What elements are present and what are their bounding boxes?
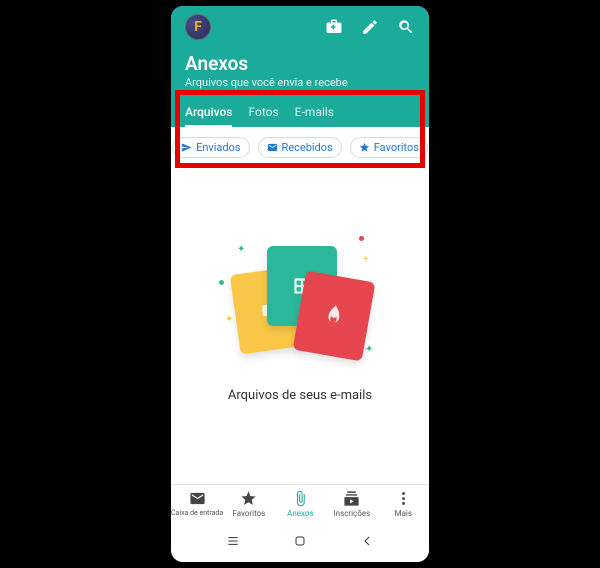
nav-label: Anexos [287, 509, 313, 518]
star-icon [359, 142, 370, 153]
paperclip-icon [292, 490, 309, 507]
mail-icon [267, 142, 278, 153]
edit-icon[interactable] [361, 18, 379, 36]
nav-label: Inscrições [333, 509, 370, 518]
nav-label: Favoritos [232, 509, 265, 518]
send-icon [181, 142, 192, 153]
app-header: F Anexos Arquivos que você envia e receb… [171, 6, 429, 99]
nav-subscriptions[interactable]: Inscrições [326, 485, 377, 522]
phone-screen: F Anexos Arquivos que você envia e receb… [171, 6, 429, 562]
chip-label: Enviados [196, 141, 240, 154]
page-subtitle: Arquivos que você envia e recebe [185, 76, 415, 89]
header-toolbar: F [185, 14, 415, 48]
tab-arquivos[interactable]: Arquivos [185, 105, 232, 127]
chip-favoritos[interactable]: Favoritos [350, 137, 428, 158]
tabs-bar: Arquivos Fotos E-mails [171, 99, 429, 127]
avatar[interactable]: F [185, 14, 211, 40]
empty-state-text: Arquivos de seus e-mails [228, 388, 372, 403]
back-button[interactable] [358, 532, 376, 550]
nav-attachments[interactable]: Anexos [275, 485, 326, 522]
nav-more[interactable]: Mais [378, 485, 429, 522]
medkit-icon[interactable] [325, 18, 343, 36]
search-icon[interactable] [397, 18, 415, 36]
nav-label: Caixa de entrada [171, 509, 223, 517]
chip-label: Favoritos [374, 141, 419, 154]
subscription-icon [343, 490, 360, 507]
files-illustration: ✦ + ✦ ✦ [225, 240, 375, 370]
nav-label: Mais [395, 509, 412, 518]
empty-state: ✦ + ✦ ✦ Arquivos de seus e-mails [171, 168, 429, 484]
star-icon [240, 490, 257, 507]
tab-fotos[interactable]: Fotos [248, 105, 278, 127]
chip-recebidos[interactable]: Recebidos [258, 137, 342, 158]
chip-enviados[interactable]: Enviados [172, 137, 249, 158]
pdf-card-icon [293, 270, 376, 361]
recent-apps-button[interactable] [224, 532, 242, 550]
filter-chips: Enviados Recebidos Favoritos [171, 127, 429, 168]
nav-favorites[interactable]: Favoritos [223, 485, 274, 522]
nav-inbox[interactable]: Caixa de entrada [171, 485, 223, 522]
tab-emails[interactable]: E-mails [295, 105, 334, 127]
inbox-icon [189, 490, 206, 507]
page-title: Anexos [185, 52, 415, 75]
home-button[interactable] [291, 532, 309, 550]
more-icon [395, 490, 412, 507]
chip-label: Recebidos [282, 141, 333, 154]
bottom-nav: Caixa de entrada Favoritos Anexos Inscri… [171, 484, 429, 522]
android-nav-bar [171, 522, 429, 562]
